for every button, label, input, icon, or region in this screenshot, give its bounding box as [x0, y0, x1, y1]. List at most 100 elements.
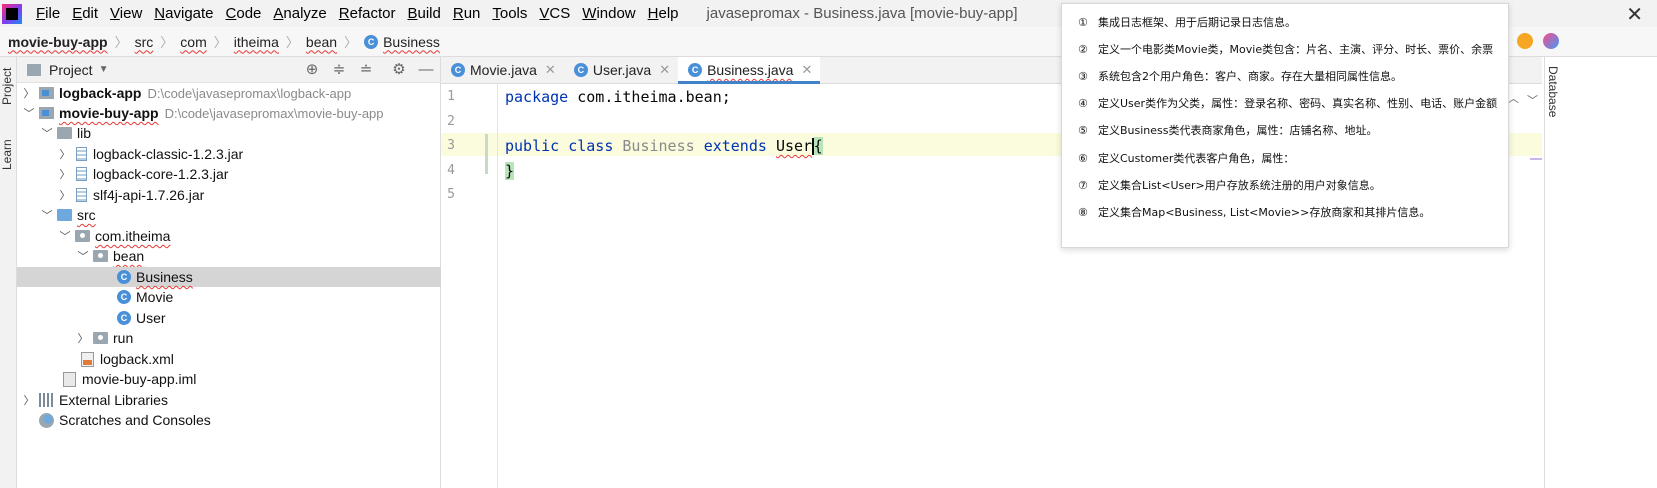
menu-edit[interactable]: Edit — [66, 0, 104, 27]
tree-item-run[interactable]: 〉 run — [17, 328, 441, 348]
tree-item-jar[interactable]: 〉 logback-classic-1.2.3.jar — [17, 144, 441, 164]
menu-code[interactable]: Code — [220, 0, 268, 27]
code-line-3: public class Business extends User{ — [505, 137, 823, 155]
breadcrumb-com[interactable]: com — [180, 34, 206, 50]
tab-user-java[interactable]: C User.java ✕ — [564, 57, 678, 83]
package-icon — [75, 230, 90, 242]
tree-item-scratches[interactable]: Scratches and Consoles — [17, 410, 441, 430]
breadcrumb-separator-icon: 〉 — [114, 35, 128, 50]
learn-tool-tab[interactable]: Learn — [0, 133, 17, 177]
note-item: ④ 定义User类作为父类，属性：登录名称、密码、真实名称、性别、电话、账户金额 — [1078, 95, 1497, 111]
tree-item-label: Business — [136, 269, 193, 285]
collapse-all-icon[interactable]: ≐ — [357, 61, 375, 79]
breadcrumb-itheima[interactable]: itheima — [234, 34, 279, 50]
chevron-right-icon[interactable]: 〉 — [21, 85, 37, 101]
left-tool-strip: Project Learn — [0, 57, 17, 488]
note-text: 定义集合List<User>用户存放系统注册的用户对象信息。 — [1098, 179, 1381, 192]
chevron-down-icon[interactable]: ﹀ — [39, 207, 55, 223]
note-number: ② — [1078, 43, 1088, 56]
breadcrumb-separator-icon: 〉 — [160, 35, 174, 50]
menu-file[interactable]: File — [30, 0, 66, 27]
tree-item-label: movie-buy-app.iml — [82, 371, 197, 387]
keyword: extends — [703, 137, 767, 155]
error-stripe-marker[interactable] — [1530, 158, 1542, 160]
tree-item-movie[interactable]: C Movie — [17, 287, 441, 307]
note-number: ⑤ — [1078, 124, 1088, 137]
iml-file-icon — [63, 371, 76, 387]
close-icon[interactable]: ✕ — [659, 62, 670, 78]
note-text: 集成日志框架、用于后期记录日志信息。 — [1098, 16, 1296, 29]
folder-icon — [57, 127, 72, 139]
project-panel-header: Project ▼ ⊕ ≑ ≐ ⚙ — — [17, 57, 440, 83]
chevron-right-icon[interactable]: 〉 — [57, 187, 73, 203]
tab-movie-java[interactable]: C Movie.java ✕ — [441, 57, 564, 83]
expand-all-icon[interactable]: ≑ — [330, 61, 348, 79]
menu-analyze[interactable]: Analyze — [267, 0, 332, 27]
chevron-right-icon[interactable]: 〉 — [57, 166, 73, 182]
package-icon — [93, 332, 108, 344]
menu-window[interactable]: Window — [576, 0, 641, 27]
tab-business-java[interactable]: C Business.java ✕ — [678, 57, 821, 84]
tree-item-external-libraries[interactable]: 〉 External Libraries — [17, 390, 441, 410]
tree-item-jar[interactable]: 〉 logback-core-1.2.3.jar — [17, 164, 441, 184]
window-title: javasepromax - Business.java [movie-buy-… — [706, 5, 1018, 22]
update-icon[interactable] — [1517, 33, 1533, 49]
menu-help[interactable]: Help — [642, 0, 685, 27]
tree-item-business[interactable]: C Business — [17, 267, 441, 287]
project-panel-title[interactable]: Project — [49, 62, 93, 78]
chevron-right-icon[interactable]: 〉 — [75, 330, 91, 346]
menu-view[interactable]: View — [104, 0, 148, 27]
tree-item-jar[interactable]: 〉 slf4j-api-1.7.26.jar — [17, 185, 441, 205]
breadcrumb-business[interactable]: Business — [383, 34, 440, 50]
menu-refactor[interactable]: Refactor — [333, 0, 402, 27]
gear-icon[interactable]: ⚙ — [390, 61, 408, 79]
breadcrumb-separator-icon: 〉 — [285, 35, 299, 50]
plugin-icon[interactable] — [1543, 33, 1559, 49]
hide-icon[interactable]: — — [417, 61, 435, 79]
menu-build[interactable]: Build — [401, 0, 446, 27]
breadcrumb-bean[interactable]: bean — [306, 34, 337, 50]
chevron-down-icon[interactable]: ▼ — [99, 64, 109, 75]
chevron-down-icon[interactable]: ﹀ — [75, 248, 91, 264]
note-text: 定义一个电影类Movie类，Movie类包含：片名、主演、评分、时长、票价、余票 — [1098, 43, 1494, 56]
library-icon — [39, 393, 54, 407]
superclass-name: User — [775, 137, 813, 155]
breadcrumb-project[interactable]: movie-buy-app — [8, 34, 108, 50]
chevron-down-icon[interactable]: ﹀ — [57, 228, 73, 244]
fold-marker[interactable] — [485, 134, 488, 174]
menu-tools[interactable]: Tools — [486, 0, 533, 27]
chevron-right-icon[interactable]: 〉 — [21, 392, 37, 408]
note-number: ① — [1078, 16, 1088, 29]
tree-item-movie-buy-app[interactable]: ﹀ movie-buy-app D:\code\javasepromax\mov… — [17, 103, 441, 123]
chevron-up-icon[interactable]: ︿ — [1508, 90, 1519, 106]
tree-item-logback-xml[interactable]: logback.xml — [17, 349, 441, 369]
window-close-icon[interactable]: ✕ — [1626, 2, 1643, 27]
chevron-down-icon[interactable]: ﹀ — [21, 105, 37, 121]
chevron-down-icon[interactable]: ﹀ — [1527, 92, 1538, 108]
line-number: 3 — [447, 138, 455, 153]
breadcrumb-src[interactable]: src — [135, 34, 154, 50]
menu-vcs[interactable]: VCS — [533, 0, 576, 27]
tree-item-iml[interactable]: movie-buy-app.iml — [17, 369, 441, 389]
tree-item-lib[interactable]: ﹀ lib — [17, 123, 441, 143]
tree-item-logback-app[interactable]: 〉 logback-app D:\code\javasepromax\logba… — [17, 83, 441, 103]
keyword: package — [505, 88, 569, 106]
line-number: 5 — [447, 187, 455, 202]
menu-run[interactable]: Run — [447, 0, 487, 27]
locate-icon[interactable]: ⊕ — [303, 61, 321, 79]
tree-item-com-itheima[interactable]: ﹀ com.itheima — [17, 226, 441, 246]
close-icon[interactable]: ✕ — [545, 62, 556, 78]
tree-item-bean[interactable]: ﹀ bean — [17, 246, 441, 266]
close-icon[interactable]: ✕ — [801, 62, 812, 78]
menu-navigate[interactable]: Navigate — [148, 0, 219, 27]
chevron-down-icon[interactable]: ﹀ — [39, 125, 55, 141]
project-tool-tab[interactable]: Project — [0, 61, 17, 111]
breadcrumb-separator-icon: 〉 — [213, 35, 227, 50]
tree-item-user[interactable]: C User — [17, 308, 441, 328]
database-tool-tab[interactable]: Database — [1546, 66, 1560, 117]
chevron-right-icon[interactable]: 〉 — [57, 146, 73, 162]
class-icon: C — [117, 311, 131, 325]
tree-item-src[interactable]: ﹀ src — [17, 205, 441, 225]
note-text: 定义Business类代表商家角色，属性：店铺名称、地址。 — [1098, 124, 1378, 137]
tree-item-label: lib — [77, 125, 92, 141]
